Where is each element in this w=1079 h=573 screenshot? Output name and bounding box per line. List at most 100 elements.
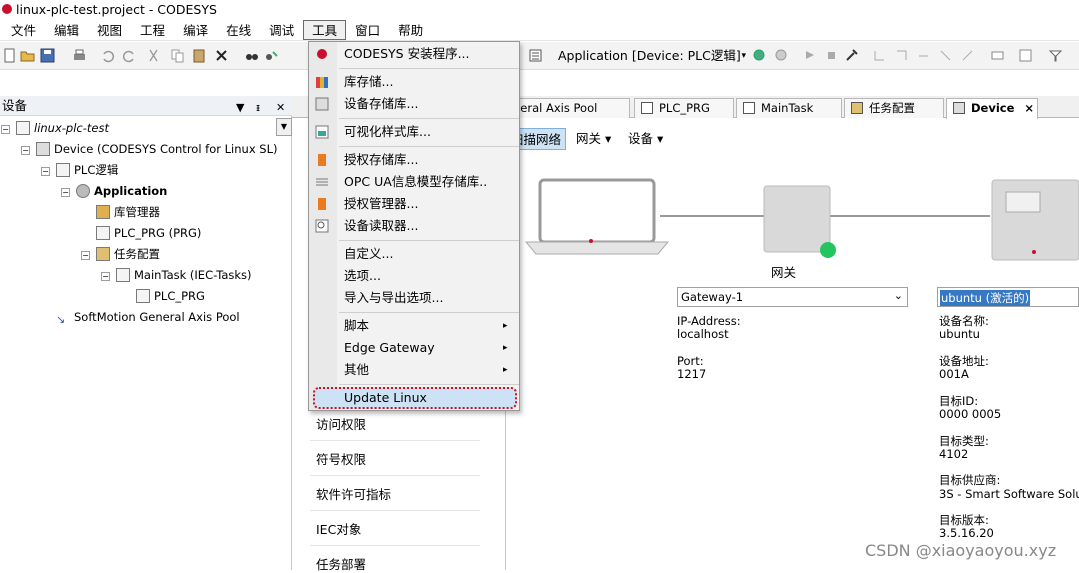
menu-item-license-manager[interactable]: 授权管理器... [344,193,514,215]
tab-device[interactable]: Device × [946,98,1038,119]
breakpoint-icon[interactable] [990,48,1005,63]
side-item-license-metrics[interactable]: 软件许可指标 [316,484,391,503]
filter-icon[interactable] [1048,48,1063,63]
open-folder-icon[interactable] [20,48,35,63]
port-value: 1217 [677,367,707,381]
new-file-icon[interactable] [2,48,17,63]
side-item-symbol-rights[interactable]: 符号权限 [316,449,366,468]
step-over-icon[interactable] [872,48,887,63]
tab-plc-prg[interactable]: PLC_PRG [634,98,734,118]
step-out-icon[interactable] [916,48,931,63]
close-tab-icon[interactable]: × [1024,101,1034,115]
watch-icon[interactable] [1018,48,1033,63]
menu-item-other[interactable]: 其他 [344,359,514,381]
library-repository-icon [315,75,329,89]
tree-expander[interactable]: − [61,188,70,197]
tree-node-plc-logic[interactable]: PLC逻辑 [56,160,118,180]
delete-icon[interactable] [214,48,229,63]
redo-icon[interactable] [122,48,137,63]
menu-item-import-export-options[interactable]: 导入与导出选项... [344,287,514,309]
gateway-select-value: Gateway-1 [681,290,744,304]
menu-item-device-reader[interactable]: 设备读取器... [344,215,514,237]
start-icon[interactable] [802,48,817,63]
tree-node-plc-prg[interactable]: PLC_PRG (PRG) [96,223,201,243]
menu-item-scripting[interactable]: 脚本 [344,315,514,337]
menu-item-visualization-styles[interactable]: 可视化样式库... [344,121,514,143]
tree-node-task-config[interactable]: 任务配置 [96,244,160,264]
watermark: CSDN @xiaoyaoyou.xyz [865,541,1057,560]
tree-node-axis-pool[interactable]: ↘ SoftMotion General Axis Pool [56,307,240,327]
side-item-task-deployment[interactable]: 任务部署 [316,554,366,573]
save-icon[interactable] [40,48,55,63]
tree-expander[interactable]: − [41,167,50,176]
menu-online[interactable]: 在线 [217,20,260,40]
panel-menu-icon[interactable]: ▼ [236,98,244,118]
menu-tools[interactable]: 工具 [303,19,347,40]
menu-item-license-repository[interactable]: 授权存储库... [344,149,514,171]
gateway-menu-button[interactable]: 网关 ▾ [576,128,611,150]
step-into-icon[interactable] [894,48,909,63]
submenu-arrow-icon: ▸ [503,343,508,353]
tools-icon[interactable] [844,48,859,63]
menu-item-customize[interactable]: 自定义... [344,243,514,265]
menu-item-installer[interactable]: CODESYS 安装程序... [344,43,514,65]
print-icon[interactable] [72,48,87,63]
menu-item-library-repository[interactable]: 库存储... [344,71,514,93]
chevron-down-icon: ▾ [741,51,746,61]
menu-build[interactable]: 编译 [174,20,217,40]
paste-icon[interactable] [192,48,207,63]
menu-edit[interactable]: 编辑 [45,20,88,40]
network-diagram [524,178,1079,261]
menu-separator [339,312,519,313]
find-replace-icon[interactable] [264,48,279,63]
copy-icon[interactable] [170,48,185,63]
menu-item-edge-gateway[interactable]: Edge Gateway [344,337,514,359]
device-name-field[interactable]: ubuntu (激活的) [937,287,1079,307]
logout-icon[interactable] [774,48,789,63]
login-icon[interactable] [752,48,767,63]
tree-node-maintask[interactable]: MainTask (IEC-Tasks) [116,265,252,285]
tree-node-library-manager[interactable]: 库管理器 [96,202,160,222]
tree-node-application[interactable]: Application [76,181,167,201]
library-books-icon [96,205,110,219]
device-config-icon[interactable] [528,48,543,63]
stop-icon[interactable] [824,48,839,63]
tree-node-plc-prg-call[interactable]: PLC_PRG [136,286,205,306]
gateway-select[interactable]: Gateway-1 ⌄ [677,287,908,307]
tab-task-config[interactable]: 任务配置 [844,98,944,118]
menu-window[interactable]: 窗口 [346,20,389,40]
divider [310,510,480,511]
tree-node-project[interactable]: linux-plc-test [16,118,109,138]
tree-expander[interactable]: − [21,146,30,155]
tree-node-label: PLC逻辑 [74,163,119,177]
set-next-statement-icon[interactable] [960,48,975,63]
menu-item-options[interactable]: 选项... [344,265,514,287]
menu-help[interactable]: 帮助 [389,20,432,40]
tree-expander[interactable]: − [1,125,10,134]
cut-icon[interactable] [146,48,161,63]
tree-expander[interactable]: − [81,251,90,260]
tree-expander[interactable]: − [101,272,110,281]
menu-item-update-linux[interactable]: Update Linux [344,387,514,409]
menu-separator [339,384,519,385]
menu-item-device-repository[interactable]: 设备存储库... [344,93,514,115]
application-gear-icon [76,184,90,198]
pin-icon[interactable]: ᵻ [256,98,260,118]
side-item-iec-objects[interactable]: IEC对象 [316,519,361,538]
menu-file[interactable]: 文件 [2,20,45,40]
tab-maintask[interactable]: MainTask [736,98,842,118]
device-menu-button[interactable]: 设备 ▾ [628,128,663,150]
menu-debug[interactable]: 调试 [260,20,303,40]
side-item-access-rights[interactable]: 访问权限 [316,414,366,433]
menu-item-opcua-repository[interactable]: OPC UA信息模型存储库.. [344,171,514,193]
run-to-cursor-icon[interactable] [938,48,953,63]
menu-separator [339,146,519,147]
find-icon[interactable] [244,48,259,63]
undo-icon[interactable] [100,48,115,63]
tree-node-device[interactable]: Device (CODESYS Control for Linux SL) [36,139,277,159]
active-application-combo[interactable]: Application [Device: PLC逻辑] ▾ [554,46,746,66]
menu-view[interactable]: 视图 [88,20,131,40]
close-icon[interactable]: ✕ [276,98,285,118]
divider [310,545,480,546]
menu-project[interactable]: 工程 [131,20,174,40]
